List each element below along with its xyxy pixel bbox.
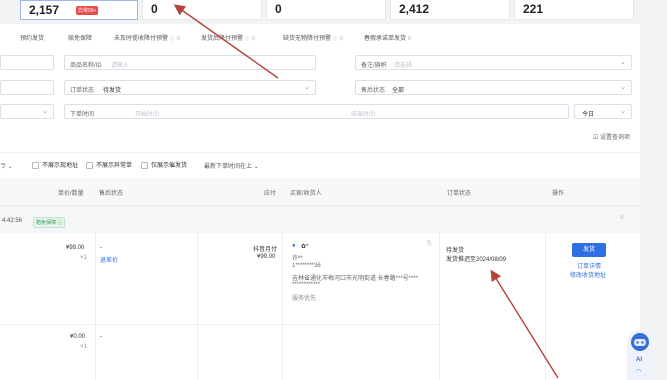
stat-value: 0 (275, 2, 282, 16)
aftersale-dash: - (100, 334, 102, 340)
hide-address-checkbox[interactable]: 不展示现地址 (32, 160, 78, 169)
stat-value: 0 (151, 2, 158, 16)
order-time-range[interactable]: 下单时间 开始时间 结束时间 (64, 104, 569, 119)
receiver-address-2: ************ (292, 282, 321, 288)
service-tag: 服务优先 (292, 296, 317, 302)
col-payable: 应付 (264, 191, 277, 197)
list-toolbar: ラ ⌄ 不展示现地址 不展示异常单 仅展示催发货 最新下单时间在上 ⌄ (0, 152, 640, 178)
hide-abnormal-checkbox[interactable]: 不展示异常单 (86, 160, 132, 169)
unit-price: ¥99.00 (66, 245, 85, 251)
quantity: ×1 (80, 255, 87, 261)
status-badge: 异常99+ (76, 6, 99, 15)
selector-fragment[interactable]: ラ ⌄ (0, 161, 13, 170)
stat-value: 2,412 (399, 2, 430, 16)
ship-button[interactable]: 发货 (572, 243, 606, 257)
only-urge-checkbox[interactable]: 仅展示催发货 (141, 160, 187, 169)
settings-icon: ☑ (593, 135, 601, 141)
chevron-down-icon: ⌄ (620, 84, 626, 91)
quantity: ×1 (80, 344, 87, 350)
chevron-down-icon: ⌄ (253, 164, 259, 170)
left-input-2[interactable] (0, 80, 54, 95)
buyer-name: ✿* (301, 244, 309, 250)
chevron-down-icon: ⌄ (304, 84, 310, 91)
stat-card-1[interactable]: 2,157 异常99+ (20, 0, 138, 20)
tab-shipped-warning[interactable]: 发货后降付预警 ⓘ 0 (201, 33, 255, 42)
aftersale-dash: - (100, 245, 102, 251)
remark-select[interactable]: 备注/旗帜 请选择 ⌄ (355, 55, 632, 70)
ai-assistant-widget[interactable]: AI ◠ (627, 330, 653, 380)
stat-value: 221 (523, 2, 544, 16)
chevron-down-icon: ⌄ (620, 108, 626, 115)
order-time: 4:42:56 (2, 218, 23, 224)
edit-address-link[interactable]: 修改收货地址 (570, 270, 606, 279)
tab-pickup-warning[interactable]: 未及时揽收降付预警 ⓘ 0 (114, 33, 180, 42)
filter-panel: 预约发货 赔免保障 未及时揽收降付预警 ⓘ 0 发货后降付预警 ⓘ 0 缺货无物降付预警… (0, 24, 640, 152)
stat-card-5[interactable]: 221 (514, 0, 634, 20)
compensation-tag: 赔免保障 ⓘ (33, 217, 66, 228)
product-search-input[interactable]: 商品名称/ID 请输入 (64, 55, 316, 70)
tab-compensation[interactable]: 赔免保障 (68, 33, 92, 42)
ship-deadline: 发货推迟至2024/08/09 (446, 257, 507, 263)
headset-icon[interactable]: ◠ (636, 368, 641, 375)
ai-label: AI (636, 357, 642, 363)
tab-spring-promise[interactable]: 春假承诺单发货 0 (364, 33, 411, 42)
chevron-down-icon: ⌄ (620, 59, 626, 66)
col-buyer: 买家/收货人 (290, 191, 322, 197)
more-icon[interactable]: ≡ (620, 215, 624, 221)
aftersale-link[interactable]: 退差价 (100, 255, 118, 264)
order-status-select[interactable]: 订单状态 待发货 ⌄ (64, 80, 316, 95)
col-action: 操作 (552, 191, 565, 197)
table-header: 单价/数量 售后状态 应付 买家/收货人 订单状态 操作 (0, 178, 640, 206)
tab-stockout-warning[interactable]: 缺货无物降付预警 ⓘ 0 (283, 33, 343, 42)
stat-card-3[interactable]: 0 (266, 0, 386, 20)
avatar: ● (292, 243, 296, 249)
receiver-name: 许** (292, 256, 303, 262)
left-select-3[interactable]: ⌄ (0, 104, 54, 119)
unit-price: ¥0.00 (70, 334, 86, 340)
chevron-down-icon: ⌄ (42, 108, 48, 115)
receiver-phone: 1********36 (292, 263, 321, 269)
stat-value: 2,157 (29, 3, 60, 17)
robot-icon (631, 333, 649, 351)
aftersale-select[interactable]: 售后状态 全部 ⌄ (355, 80, 632, 95)
pay-method: 抖音月付 (253, 247, 278, 253)
stat-card-4[interactable]: 2,412 (390, 0, 510, 20)
pay-amount: ¥99.00 (257, 254, 276, 260)
order-status: 待发货 (446, 248, 465, 254)
save-query-link[interactable]: ☑ 设置查询项 (593, 132, 630, 141)
col-status: 订单状态 (447, 191, 472, 197)
today-select[interactable]: 今日 ⌄ (574, 104, 632, 119)
left-input-1[interactable] (0, 55, 54, 70)
sort-select[interactable]: 最新下单时间在上 ⌄ (204, 161, 259, 170)
order-rows: ¥99.00 ×1 - 退差价 抖音月付 ¥99.00 ● ✿* 许** 1**… (0, 233, 640, 380)
order-detail-link[interactable]: 订单详情 (577, 261, 601, 270)
tab-preorder[interactable]: 预约发货 (20, 33, 44, 42)
col-aftersale: 售后状态 (99, 191, 124, 197)
col-price: 单价/数量 (58, 191, 84, 197)
copy-icon[interactable]: ⎘ (427, 241, 432, 248)
stat-card-2[interactable]: 0 (142, 0, 262, 20)
receiver-address: 吉林省通化市梅河口市光明街道 长春路***号**** (292, 276, 419, 282)
order-group-header: 4:42:56 赔免保障 ⓘ ≡ (0, 208, 640, 233)
